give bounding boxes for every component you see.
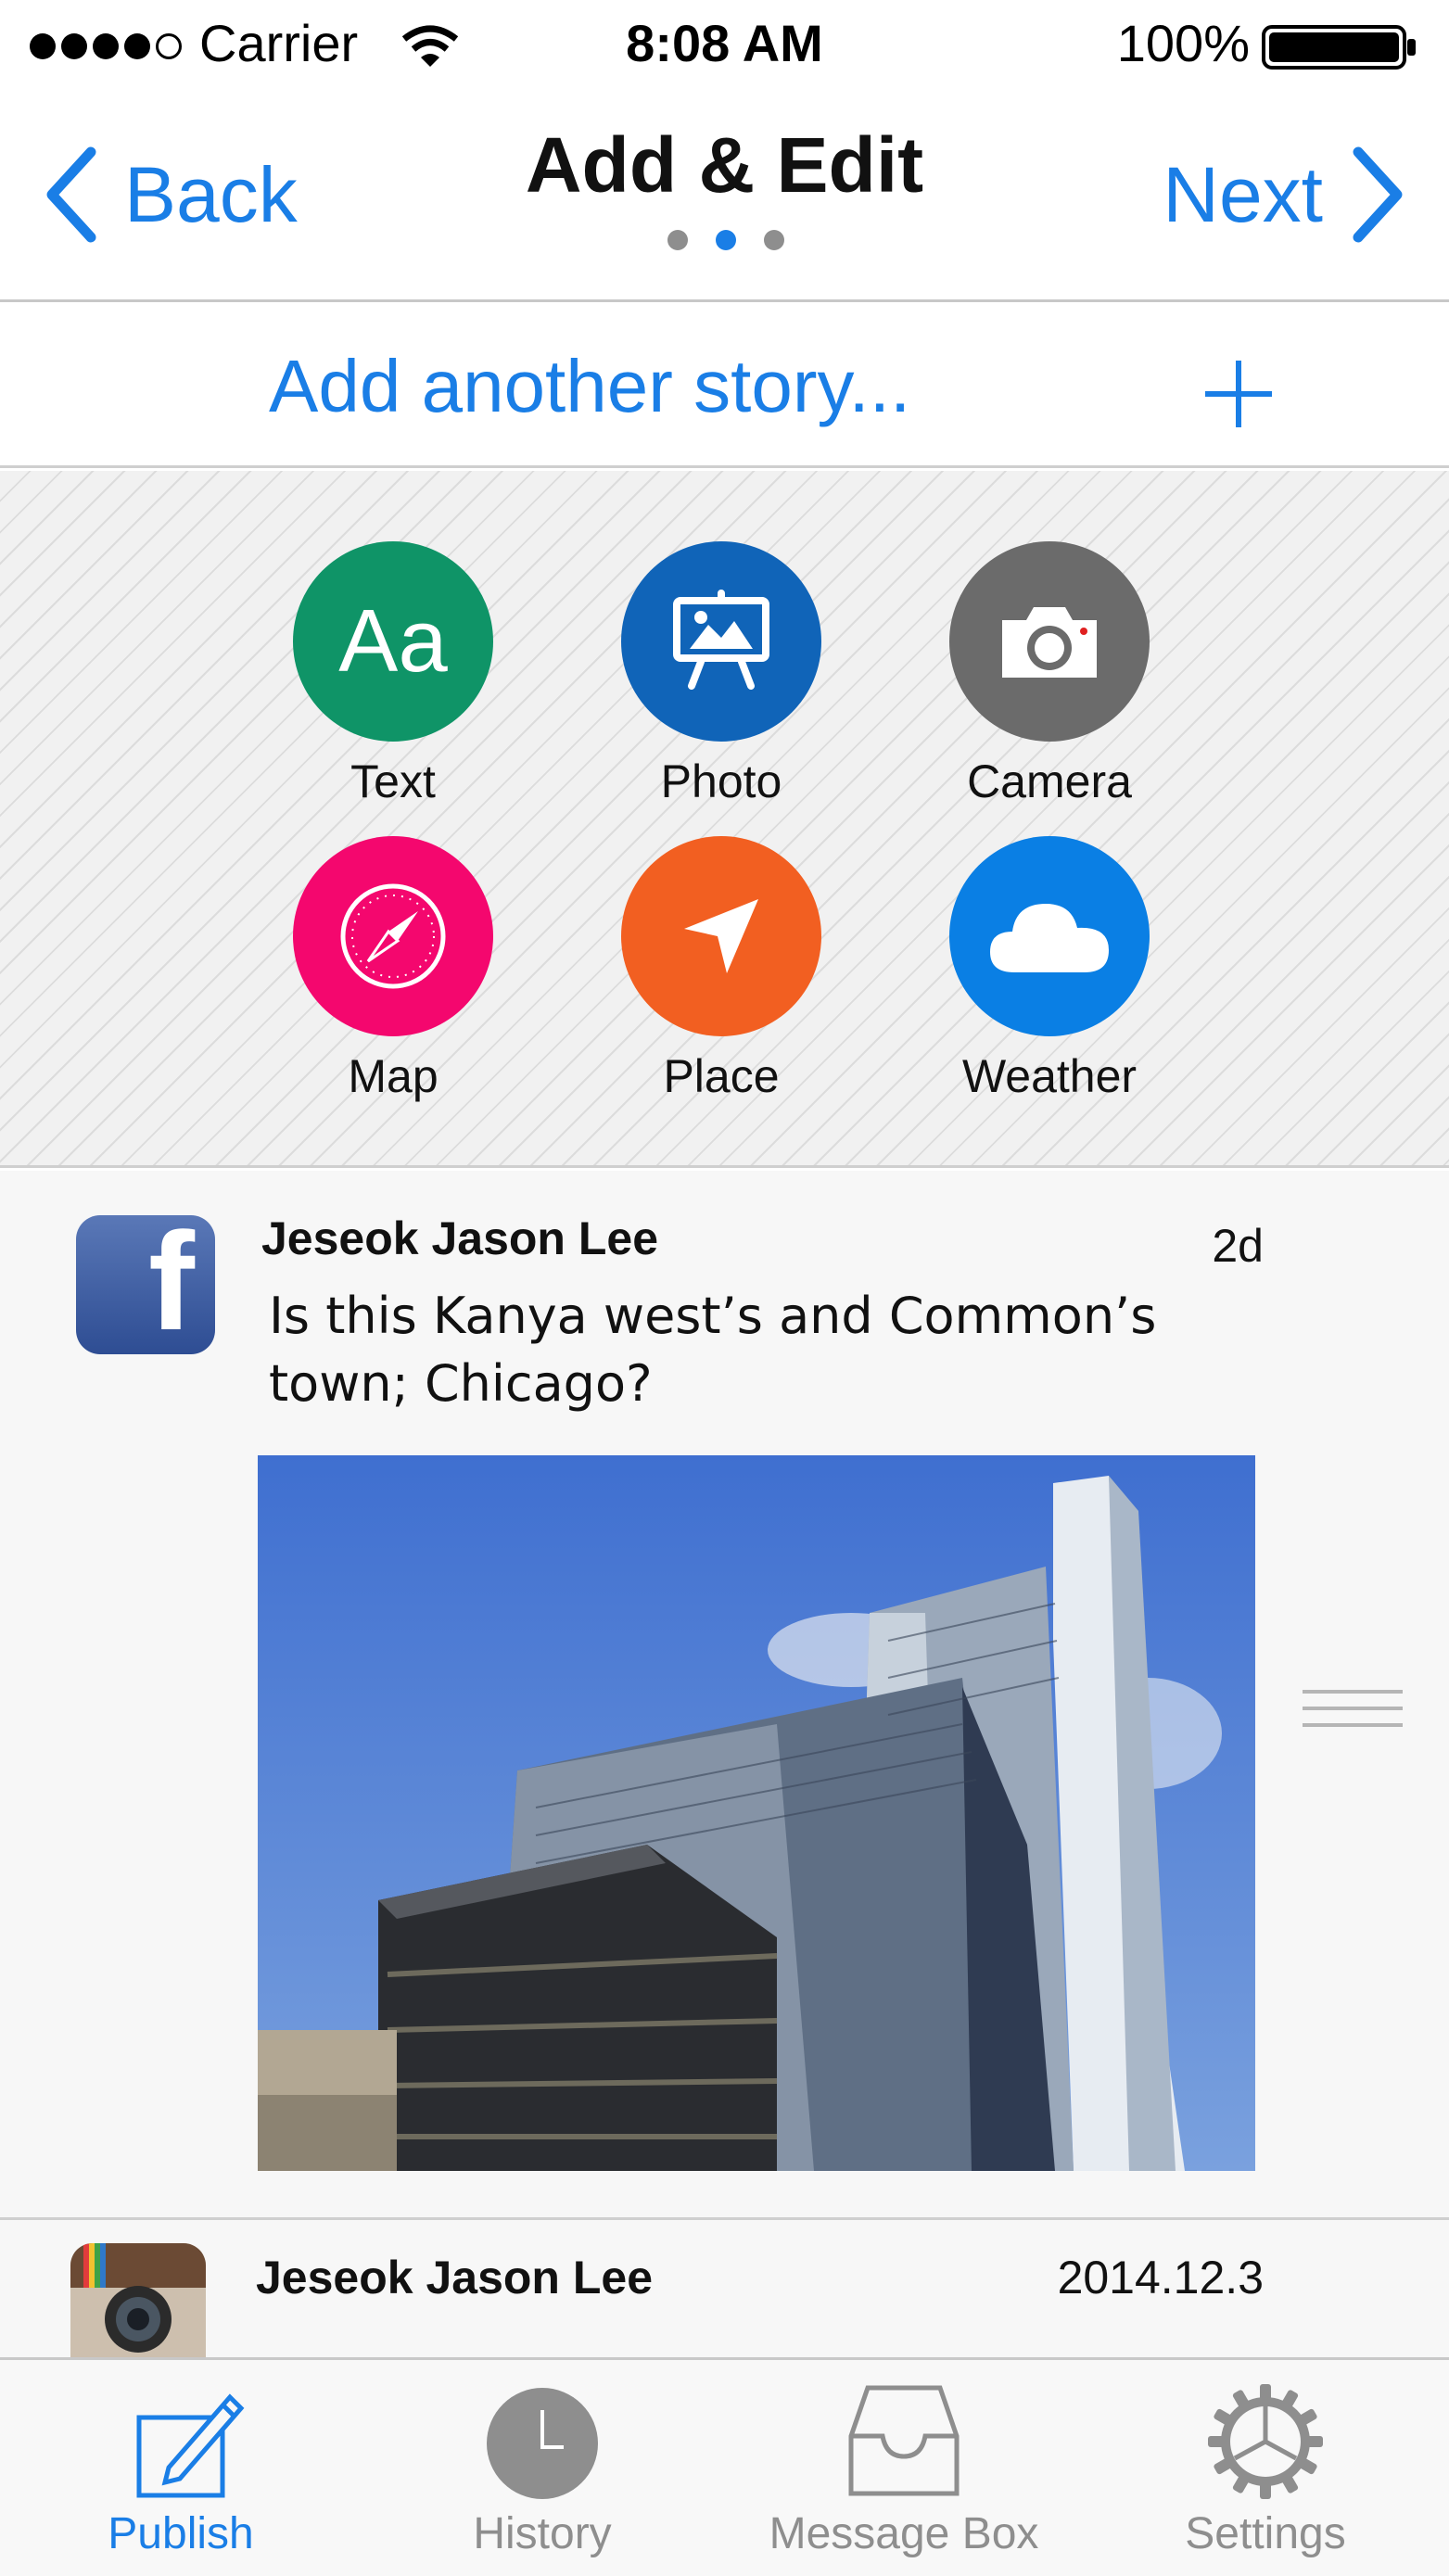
chevron-right-icon (1353, 146, 1403, 243)
story-type-label: Camera (967, 755, 1132, 807)
inbox-tray-icon (848, 2385, 960, 2496)
location-arrow-icon (621, 836, 821, 1036)
story-type-label: Weather (961, 1050, 1138, 1102)
post-photo[interactable] (258, 1455, 1255, 2171)
post-author: Jeseok Jason Lee (256, 2252, 654, 2303)
story-type-panel: Aa Text Photo Camera Map Place Weather (0, 471, 1449, 1168)
story-type-label: Photo (660, 755, 782, 807)
camera-icon (949, 541, 1150, 742)
reorder-handle-icon[interactable] (1303, 1690, 1403, 1729)
tab-history[interactable]: History (362, 2360, 723, 2576)
battery-icon (1262, 25, 1416, 70)
post-author: Jeseok Jason Lee (261, 1212, 659, 1264)
feed-post[interactable]: Jeseok Jason Lee 2014.12.3 (0, 2223, 1449, 2357)
tab-label: History (473, 2509, 612, 2558)
pencil-square-icon (136, 2393, 245, 2498)
navigation-bar: Back Add & Edit Next (0, 93, 1449, 302)
gear-icon (1208, 2384, 1323, 2499)
tab-label: Publish (108, 2509, 254, 2558)
clock-icon (487, 2388, 598, 2499)
plus-icon[interactable] (1203, 359, 1274, 429)
story-type-place[interactable]: Place (582, 836, 860, 1103)
page-indicator (667, 230, 784, 250)
cloud-icon (949, 836, 1150, 1036)
story-type-text[interactable]: Aa Text (254, 541, 532, 808)
text-aa-glyph: Aa (338, 591, 448, 691)
post-time: 2d (1212, 1220, 1264, 1272)
add-story-label: Add another story... (269, 345, 911, 427)
story-type-photo[interactable]: Photo (582, 541, 860, 808)
battery-percentage: 100% (1116, 14, 1250, 72)
story-feed: f Jeseok Jason Lee 2d Is this Kanya west… (0, 1171, 1449, 2357)
next-button-label: Next (1163, 150, 1323, 238)
page-dot-active (716, 230, 736, 250)
story-type-map[interactable]: Map (254, 836, 532, 1103)
facebook-icon: f (76, 1203, 215, 1359)
tab-label: Message Box (769, 2509, 1039, 2558)
story-type-label: Text (350, 755, 436, 807)
story-type-label: Map (348, 1050, 439, 1102)
post-time: 2014.12.3 (1057, 2252, 1264, 2303)
page-dot (667, 230, 688, 250)
photo-easel-icon (621, 541, 821, 742)
text-aa-icon: Aa (293, 541, 493, 742)
story-type-label: Place (663, 1050, 780, 1102)
story-type-weather[interactable]: Weather (910, 836, 1188, 1103)
post-text: Is this Kanya west’s and Common’s town; … (269, 1287, 1157, 1413)
page-dot (764, 230, 784, 250)
feed-post[interactable]: f Jeseok Jason Lee 2d Is this Kanya west… (0, 1171, 1449, 2220)
tab-publish[interactable]: Publish (0, 2360, 362, 2576)
story-type-camera[interactable]: Camera (910, 541, 1188, 808)
status-bar: Carrier 8:08 AM 100% (0, 0, 1449, 93)
tab-label: Settings (1185, 2509, 1346, 2558)
tab-message-box[interactable]: Message Box (723, 2360, 1085, 2576)
tab-settings[interactable]: Settings (1085, 2360, 1446, 2576)
instagram-icon (70, 2243, 206, 2357)
compass-icon (293, 836, 493, 1036)
add-story-row[interactable]: Add another story... (0, 305, 1449, 468)
tab-bar: Publish History Message Box Settings (0, 2357, 1449, 2576)
next-button[interactable]: Next (1163, 146, 1405, 243)
